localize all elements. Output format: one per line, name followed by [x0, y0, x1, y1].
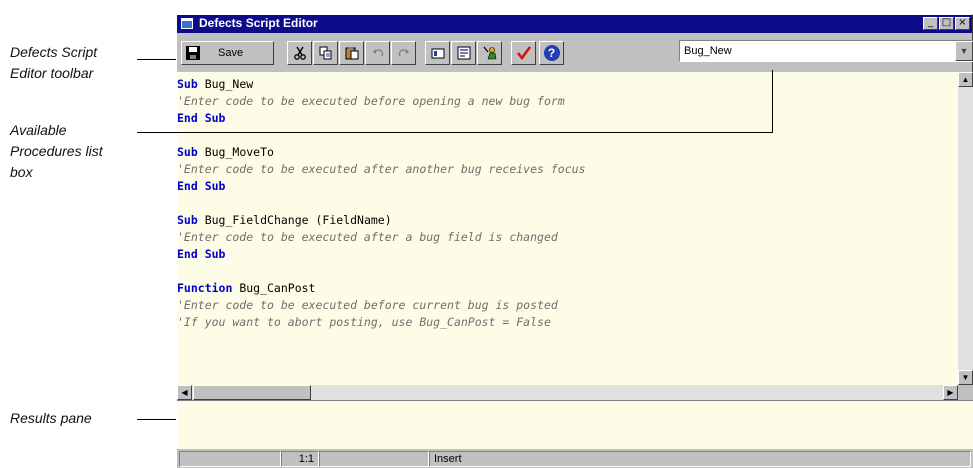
procedure-list-icon: [457, 46, 470, 60]
horizontal-scrollbar[interactable]: ◀ ▶: [177, 385, 958, 400]
status-empty-cell: [319, 451, 429, 467]
callout-procedures-line2: Procedures list: [10, 143, 103, 159]
scrollbar-corner: [958, 385, 973, 400]
code-line: 'If you want to abort posting, use Bug_C…: [177, 314, 958, 331]
code-line: Sub Bug_FieldChange (FieldName): [177, 212, 958, 229]
save-button-label: Save: [218, 47, 244, 59]
syntax-check-button[interactable]: [511, 41, 536, 65]
callout-toolbar-line1: Defects Script: [10, 44, 98, 60]
code-keyword: Function: [177, 281, 233, 295]
close-button[interactable]: ×: [955, 17, 970, 30]
code-editor[interactable]: Sub Bug_New 'Enter code to be executed be…: [177, 72, 958, 385]
field-list-icon: [431, 48, 444, 59]
copy-icon: [319, 46, 331, 60]
callout-toolbar-line2: Editor toolbar: [10, 65, 94, 81]
scissors-icon: [293, 46, 306, 60]
horizontal-scroll-thumb[interactable]: [193, 385, 311, 400]
code-comment: 'Enter code to be executed before curren…: [177, 298, 558, 312]
minimize-button[interactable]: _: [923, 17, 938, 30]
code-line: 'Enter code to be executed before curren…: [177, 297, 958, 314]
code-line: End Sub: [177, 246, 958, 263]
code-line: Sub Bug_New: [177, 76, 958, 93]
code-identifier: Bug_FieldChange (FieldName): [197, 213, 392, 227]
insert-procedure-button[interactable]: [451, 41, 476, 65]
vertical-scrollbar[interactable]: ▲ ▼: [958, 72, 973, 385]
scroll-down-icon[interactable]: ▼: [958, 370, 973, 385]
status-bar: 1:1 Insert: [177, 449, 973, 468]
undo-button[interactable]: [365, 41, 390, 65]
callout-results: Results pane: [10, 408, 92, 429]
window-title: Defects Script Editor: [199, 16, 318, 30]
code-comment: 'If you want to abort posting, use Bug_C…: [177, 315, 551, 329]
code-line: 'Enter code to be executed after another…: [177, 161, 958, 178]
code-line: End Sub: [177, 178, 958, 195]
procedures-list-box[interactable]: Bug_New ▼: [679, 40, 973, 62]
redo-arrow-icon: [398, 49, 409, 57]
code-keyword: Sub: [177, 145, 198, 159]
procedures-selected-value: Bug_New: [684, 45, 732, 57]
code-comment: 'Enter code to be executed before openin…: [177, 94, 565, 108]
code-keyword: End Sub: [177, 111, 226, 125]
callout-procedures-line3: box: [10, 164, 33, 180]
code-line: Function Bug_CanPost: [177, 280, 958, 297]
script-editor-window: Defects Script Editor _ □ × Save ? Bug_N…: [176, 14, 973, 468]
help-button[interactable]: ?: [539, 41, 564, 65]
user-wizard-icon: [483, 46, 496, 60]
code-identifier: Bug_MoveTo: [197, 145, 274, 159]
callout-procedures-line1: Available: [10, 122, 67, 138]
dropdown-arrow-icon[interactable]: ▼: [955, 41, 973, 61]
callout-results-leader: [137, 419, 177, 420]
code-keyword: Sub: [177, 77, 198, 91]
paste-button[interactable]: [339, 41, 364, 65]
code-line: 'Enter code to be executed after a bug f…: [177, 229, 958, 246]
callout-results-text: Results pane: [10, 410, 92, 426]
checkmark-icon: [516, 46, 531, 61]
callout-procedures: Available Procedures list box: [10, 120, 103, 183]
user-properties-button[interactable]: [477, 41, 502, 65]
code-line: 'Enter code to be executed before openin…: [177, 93, 958, 110]
app-window-icon: [181, 18, 193, 29]
code-line: Sub Bug_MoveTo: [177, 144, 958, 161]
status-spacer: [179, 451, 281, 467]
code-keyword: Sub: [177, 213, 198, 227]
callout-procedures-leader-h: [137, 132, 773, 133]
results-pane[interactable]: [177, 400, 973, 449]
code-keyword: End Sub: [177, 179, 226, 193]
copy-button[interactable]: [313, 41, 338, 65]
callout-procedures-leader-v: [772, 70, 773, 133]
maximize-button[interactable]: □: [939, 17, 954, 30]
scroll-left-icon[interactable]: ◀: [177, 385, 192, 400]
cursor-position: 1:1: [281, 451, 319, 467]
clipboard-icon: [345, 47, 358, 60]
save-button[interactable]: Save: [181, 41, 274, 65]
window-controls: _ □ ×: [923, 17, 970, 30]
code-lines: Sub Bug_New 'Enter code to be executed be…: [177, 72, 958, 331]
undo-arrow-icon: [372, 49, 383, 57]
code-comment: 'Enter code to be executed after a bug f…: [177, 230, 558, 244]
insert-field-button[interactable]: [425, 41, 450, 65]
scroll-right-icon[interactable]: ▶: [943, 385, 958, 400]
scroll-up-icon[interactable]: ▲: [958, 72, 973, 87]
help-question-icon: ?: [543, 45, 560, 61]
save-disk-icon: [186, 46, 200, 60]
code-keyword: End Sub: [177, 247, 226, 261]
title-bar[interactable]: Defects Script Editor _ □ ×: [177, 15, 972, 33]
cut-button[interactable]: [287, 41, 312, 65]
callout-toolbar: Defects Script Editor toolbar: [10, 42, 97, 84]
edit-mode: Insert: [429, 451, 971, 467]
code-line: End Sub: [177, 110, 958, 127]
code-identifier: Bug_New: [197, 77, 254, 91]
code-identifier: Bug_CanPost: [232, 281, 316, 295]
code-comment: 'Enter code to be executed after another…: [177, 162, 586, 176]
redo-button[interactable]: [391, 41, 416, 65]
